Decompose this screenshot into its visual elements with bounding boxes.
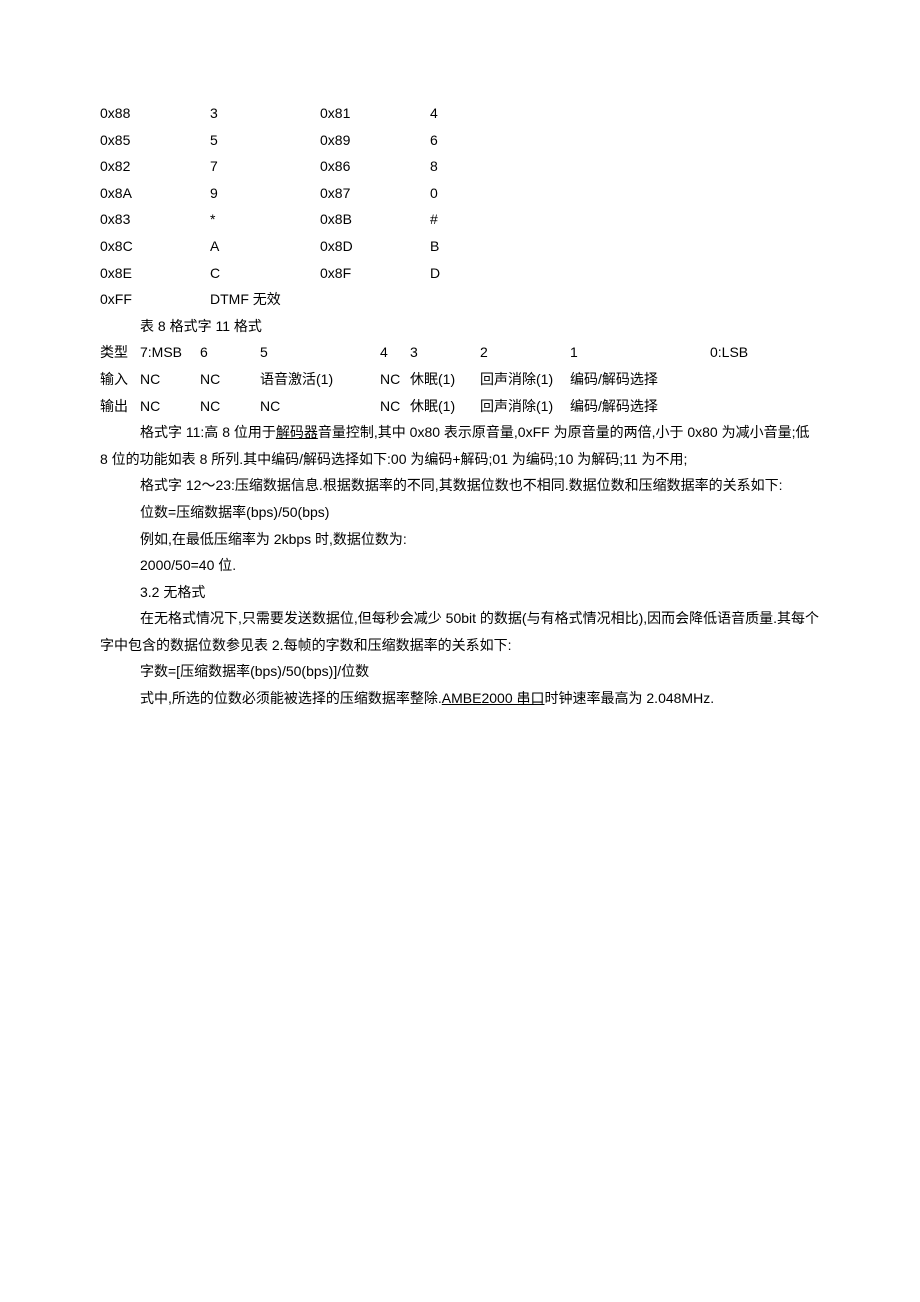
cell: NC bbox=[140, 393, 200, 420]
cell: 0x8F bbox=[320, 260, 430, 287]
paragraph-format11: 格式字 11:高 8 位用于解码器音量控制,其中 0x80 表示原音量,0xFF… bbox=[100, 419, 820, 472]
dtmf-row: 0x82 7 0x86 8 bbox=[100, 153, 820, 180]
cell: 0 bbox=[430, 180, 520, 207]
cell: C bbox=[210, 260, 320, 287]
cell: NC bbox=[260, 393, 380, 420]
cell: NC bbox=[200, 366, 260, 393]
cell: 0xFF bbox=[100, 286, 210, 313]
example-calc: 2000/50=40 位. bbox=[100, 552, 820, 579]
formula-words: 字数=[压缩数据率(bps)/50(bps)]/位数 bbox=[100, 658, 820, 685]
dtmf-invalid-row: 0xFF DTMF 无效 bbox=[100, 286, 820, 313]
cell: 回声消除(1) bbox=[480, 366, 570, 393]
cell: A bbox=[210, 233, 320, 260]
paragraph-noformat: 在无格式情况下,只需要发送数据位,但每秒会减少 50bit 的数据(与有格式情况… bbox=[100, 605, 820, 658]
cell: 休眠(1) bbox=[410, 366, 480, 393]
cell bbox=[710, 393, 820, 420]
cell: 6 bbox=[430, 127, 520, 154]
cell: DTMF 无效 bbox=[210, 286, 281, 313]
section-3-2: 3.2 无格式 bbox=[100, 579, 820, 606]
dtmf-row: 0x8E C 0x8F D bbox=[100, 260, 820, 287]
cell: 输入 bbox=[100, 366, 140, 393]
format-header-row: 类型 7:MSB 6 5 4 3 2 1 0:LSB bbox=[100, 339, 820, 366]
cell: 0x85 bbox=[100, 127, 210, 154]
paragraph-format12-23: 格式字 12～23:压缩数据信息.根据数据率的不同,其数据位数也不相同.数据位数… bbox=[100, 472, 820, 499]
cell: 编码/解码选择 bbox=[570, 366, 710, 393]
cell: D bbox=[430, 260, 520, 287]
cell: 8 bbox=[430, 153, 520, 180]
cell: 0x81 bbox=[320, 100, 430, 127]
cell: NC bbox=[140, 366, 200, 393]
cell bbox=[710, 366, 820, 393]
cell: 7:MSB bbox=[140, 339, 200, 366]
cell: 0x8D bbox=[320, 233, 430, 260]
example-intro: 例如,在最低压缩率为 2kbps 时,数据位数为: bbox=[100, 526, 820, 553]
dtmf-row: 0x83 * 0x8B # bbox=[100, 206, 820, 233]
cell: NC bbox=[380, 393, 410, 420]
text: 式中,所选的位数必须能被选择的压缩数据率整除. bbox=[140, 690, 442, 706]
dtmf-row: 0x8C A 0x8D B bbox=[100, 233, 820, 260]
cell: 回声消除(1) bbox=[480, 393, 570, 420]
cell: 1 bbox=[570, 339, 710, 366]
cell: 0x89 bbox=[320, 127, 430, 154]
cell: 类型 bbox=[100, 339, 140, 366]
cell: 2 bbox=[480, 339, 570, 366]
cell: NC bbox=[380, 366, 410, 393]
table8-caption: 表 8 格式字 11 格式 bbox=[100, 313, 820, 340]
dtmf-table: 0x88 3 0x81 4 0x85 5 0x89 6 0x82 7 0x86 … bbox=[100, 100, 820, 313]
cell: 0x83 bbox=[100, 206, 210, 233]
cell: 5 bbox=[210, 127, 320, 154]
dtmf-row: 0x85 5 0x89 6 bbox=[100, 127, 820, 154]
cell: * bbox=[210, 206, 320, 233]
cell: 0x82 bbox=[100, 153, 210, 180]
text: 格式字 11:高 8 位用于 bbox=[140, 424, 276, 440]
cell: 语音激活(1) bbox=[260, 366, 380, 393]
dtmf-row: 0x88 3 0x81 4 bbox=[100, 100, 820, 127]
cell: 4 bbox=[430, 100, 520, 127]
cell: 编码/解码选择 bbox=[570, 393, 710, 420]
cell: 0x88 bbox=[100, 100, 210, 127]
cell: 0x8A bbox=[100, 180, 210, 207]
cell: 7 bbox=[210, 153, 320, 180]
cell: 4 bbox=[380, 339, 410, 366]
cell: 0x87 bbox=[320, 180, 430, 207]
text: 时钟速率最高为 2.048MHz. bbox=[545, 690, 715, 706]
paragraph-conclusion: 式中,所选的位数必须能被选择的压缩数据率整除.AMBE2000 串口时钟速率最高… bbox=[100, 685, 820, 712]
format-input-row: 输入 NC NC 语音激活(1) NC 休眠(1) 回声消除(1) 编码/解码选… bbox=[100, 366, 820, 393]
decoder-link[interactable]: 解码器 bbox=[276, 424, 318, 440]
cell: 0x8E bbox=[100, 260, 210, 287]
cell: 输出 bbox=[100, 393, 140, 420]
formula-bits: 位数=压缩数据率(bps)/50(bps) bbox=[100, 499, 820, 526]
cell: 0x8B bbox=[320, 206, 430, 233]
cell: 5 bbox=[260, 339, 380, 366]
cell: 休眠(1) bbox=[410, 393, 480, 420]
ambe2000-link[interactable]: AMBE2000 串口 bbox=[442, 690, 545, 706]
cell: 9 bbox=[210, 180, 320, 207]
cell: 3 bbox=[410, 339, 480, 366]
dtmf-row: 0x8A 9 0x87 0 bbox=[100, 180, 820, 207]
cell: NC bbox=[200, 393, 260, 420]
cell: 3 bbox=[210, 100, 320, 127]
cell: 0x86 bbox=[320, 153, 430, 180]
cell: 6 bbox=[200, 339, 260, 366]
cell: # bbox=[430, 206, 520, 233]
cell: 0x8C bbox=[100, 233, 210, 260]
cell: B bbox=[430, 233, 520, 260]
cell: 0:LSB bbox=[710, 339, 820, 366]
format-output-row: 输出 NC NC NC NC 休眠(1) 回声消除(1) 编码/解码选择 bbox=[100, 393, 820, 420]
